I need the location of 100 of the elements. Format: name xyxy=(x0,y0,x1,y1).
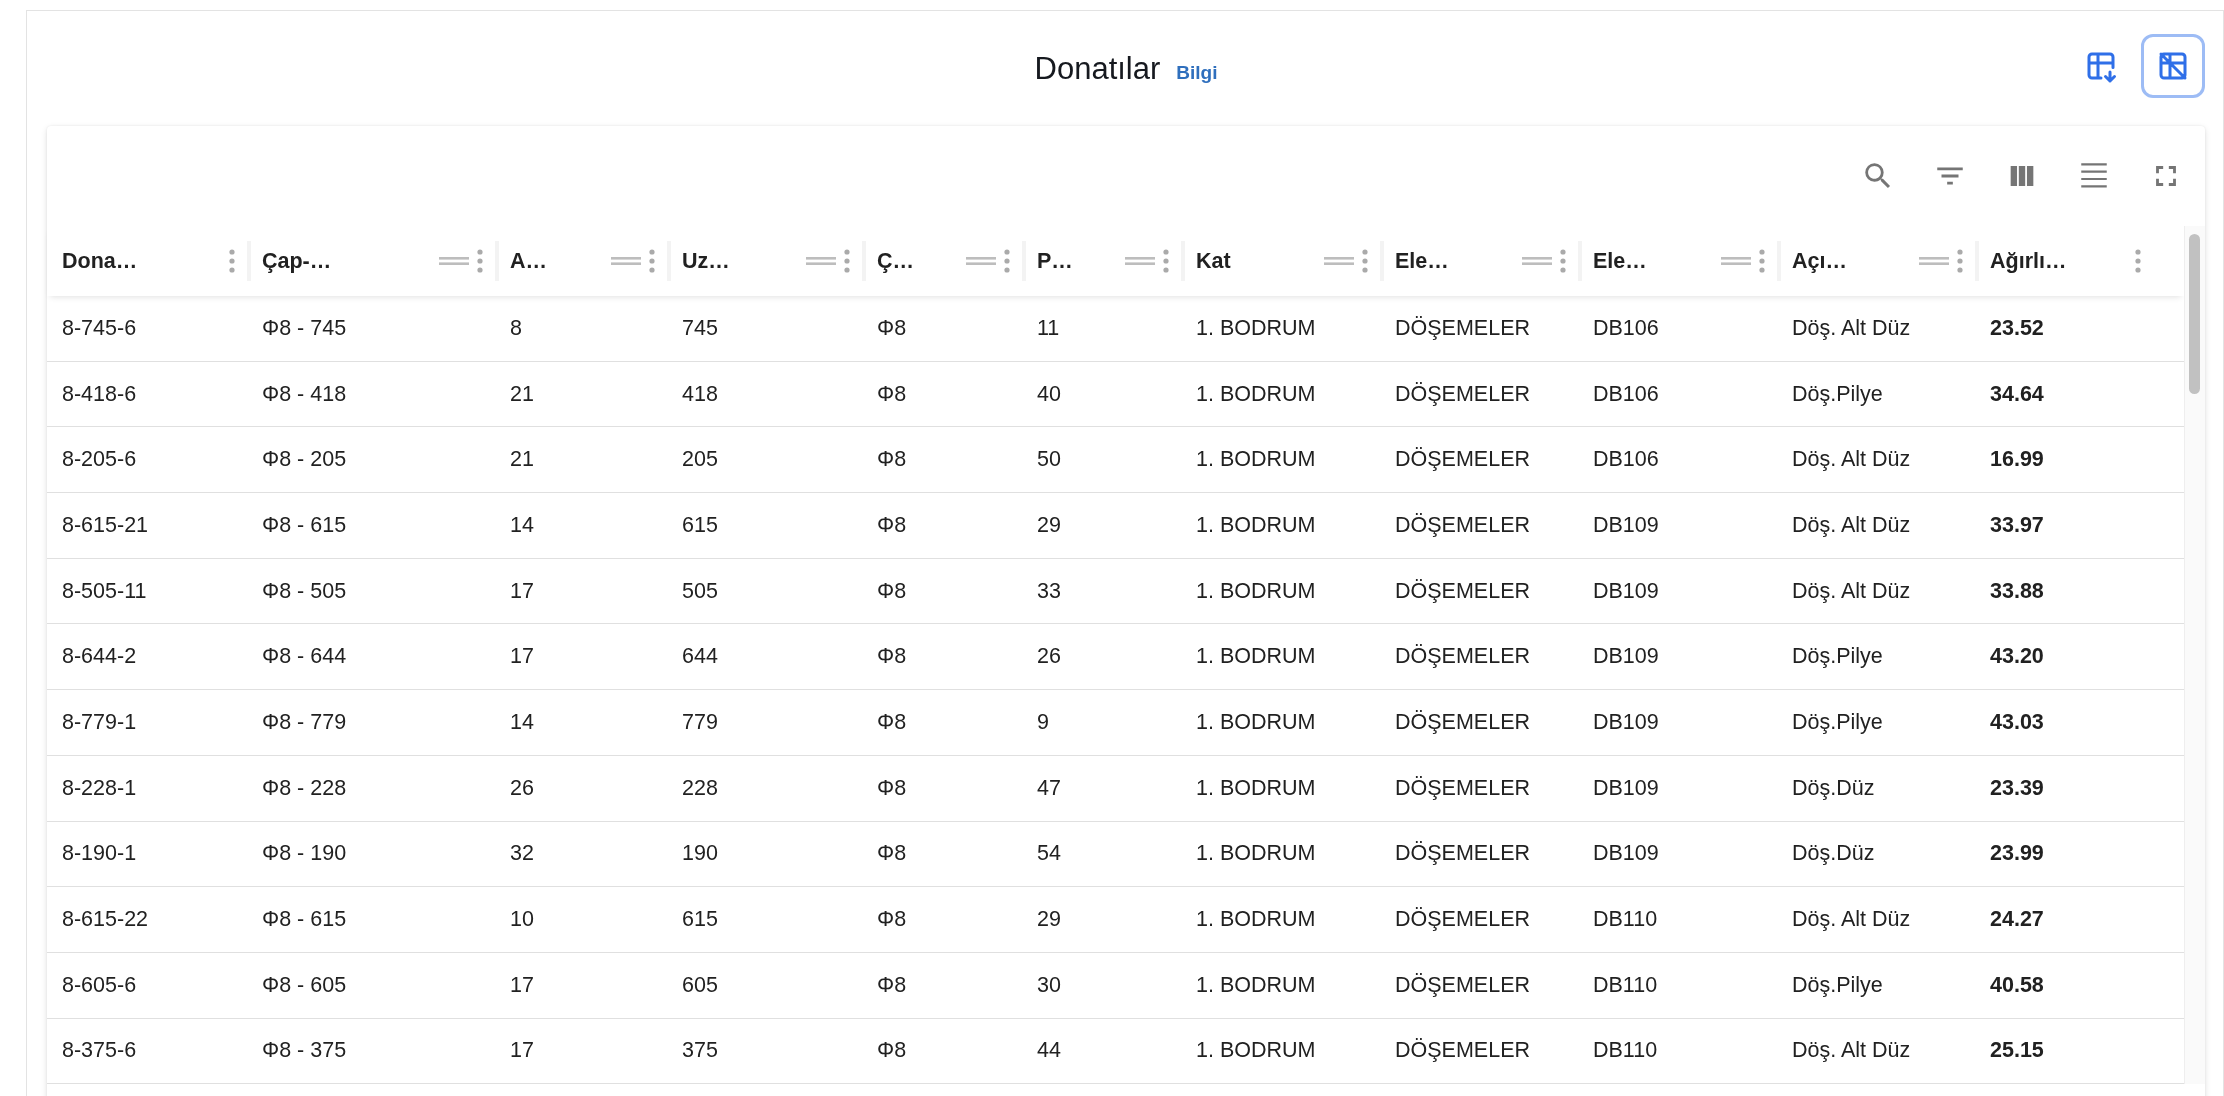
table-cell-text: 33.97 xyxy=(1989,512,2045,538)
scrollbar-thumb[interactable] xyxy=(2189,234,2200,394)
clear-table-button[interactable] xyxy=(2141,33,2205,98)
column-menu-icon[interactable] xyxy=(2135,249,2141,273)
column-header[interactable]: A… xyxy=(510,248,548,274)
table-cell-text: 17 xyxy=(509,972,535,998)
table-cell-text: 34.64 xyxy=(1989,381,2045,407)
column-header[interactable]: Dona… xyxy=(62,248,138,274)
drag-handle-icon[interactable] xyxy=(439,255,469,267)
table-cell-text: DÖŞEMELER xyxy=(1394,578,1531,604)
table-cell-text: DB109 xyxy=(1592,644,1660,670)
table-cell-text: Φ8 xyxy=(876,1038,908,1064)
column-menu-icon[interactable] xyxy=(1004,249,1010,273)
table-cell-text: Döş.Düz xyxy=(1791,841,1876,867)
table-cell-text: Φ8 - 190 xyxy=(261,841,348,867)
table-cell-text: 23.99 xyxy=(1989,841,2045,867)
column-menu-icon[interactable] xyxy=(229,249,235,273)
column-menu-icon[interactable] xyxy=(1759,249,1765,273)
table-cell-text: Döş. Alt Düz xyxy=(1791,907,1912,933)
table-cell-text: 17 xyxy=(509,1038,535,1064)
table-cell-text: 16.99 xyxy=(1989,447,2045,473)
column-menu-icon[interactable] xyxy=(1957,249,1963,273)
table-cell-text: 43.20 xyxy=(1989,644,2045,670)
column-menu-icon[interactable] xyxy=(649,249,655,273)
table-cell-text: 615 xyxy=(681,907,719,933)
column-header[interactable]: Ağırlı… xyxy=(1990,248,2067,274)
column-menu-icon[interactable] xyxy=(477,249,483,273)
drag-handle-icon[interactable] xyxy=(611,255,641,267)
table-cell-text: 23.52 xyxy=(1989,315,2045,341)
table-cell-text: 17 xyxy=(509,644,535,670)
table-cell-text: DÖŞEMELER xyxy=(1394,447,1531,473)
table-cell-text: 418 xyxy=(681,381,719,407)
column-menu-icon[interactable] xyxy=(844,249,850,273)
column-header[interactable]: Uz… xyxy=(682,248,730,274)
table-cell-text: Φ8 - 375 xyxy=(261,1038,348,1064)
table-cell-text: 1. BODRUM xyxy=(1195,775,1317,801)
table-cell-text: 615 xyxy=(681,512,719,538)
table-cell-text: Φ8 xyxy=(876,578,908,604)
table-cell-text: Φ8 xyxy=(876,841,908,867)
table-cell-text: 1. BODRUM xyxy=(1195,841,1317,867)
table-cell-text: DB110 xyxy=(1592,907,1659,933)
table-cell-text: 1. BODRUM xyxy=(1195,644,1317,670)
scrollbar[interactable] xyxy=(2184,226,2205,1085)
table-cell-text: DÖŞEMELER xyxy=(1394,315,1531,341)
column-menu-icon[interactable] xyxy=(1163,249,1169,273)
table-cell-text: 505 xyxy=(681,578,719,604)
table-cell-text: 9 xyxy=(1036,709,1050,735)
table-cell-text: DB109 xyxy=(1592,775,1660,801)
column-header[interactable]: Çap-… xyxy=(262,248,332,274)
drag-handle-icon[interactable] xyxy=(1721,255,1751,267)
table-cell-text: DÖŞEMELER xyxy=(1394,907,1531,933)
table-cell-text: Φ8 xyxy=(876,512,908,538)
table-cell-text: 605 xyxy=(681,972,719,998)
table-cell-text: Φ8 xyxy=(876,972,908,998)
column-menu-icon[interactable] xyxy=(1560,249,1566,273)
table-cell-text: Φ8 xyxy=(876,907,908,933)
drag-handle-icon[interactable] xyxy=(1522,255,1552,267)
table-cell-text: DB109 xyxy=(1592,578,1660,604)
table-cell-text: 8-205-6 xyxy=(61,447,138,473)
table-cell-text: DÖŞEMELER xyxy=(1394,381,1531,407)
table-cell-text: Φ8 - 779 xyxy=(261,709,348,735)
table-cell-text: 43.03 xyxy=(1989,709,2045,735)
table-cell-text: 29 xyxy=(1036,512,1062,538)
table-cell-text: 1. BODRUM xyxy=(1195,447,1317,473)
table-cell-text: Döş.Pilye xyxy=(1791,644,1884,670)
drag-handle-icon[interactable] xyxy=(966,255,996,267)
table-cell-text: DB109 xyxy=(1592,512,1660,538)
info-link[interactable]: Bilgi xyxy=(1176,61,1218,84)
table-cell-text: Φ8 xyxy=(876,775,908,801)
table-cell-text: 47 xyxy=(1036,775,1062,801)
table-cell-text: 228 xyxy=(681,775,719,801)
table-cell-text: DÖŞEMELER xyxy=(1394,644,1531,670)
table-cell-text: Φ8 - 205 xyxy=(261,447,348,473)
drag-handle-icon[interactable] xyxy=(1324,255,1354,267)
column-header[interactable]: Ele… xyxy=(1395,248,1449,274)
column-menu-icon[interactable] xyxy=(1362,249,1368,273)
drag-handle-icon[interactable] xyxy=(806,255,836,267)
table-cell-text: 44 xyxy=(1036,1038,1062,1064)
table-cell-text: 40.58 xyxy=(1989,972,2045,998)
table-cell-text: Φ8 - 605 xyxy=(261,972,348,998)
column-header[interactable]: Ç… xyxy=(877,248,915,274)
table-cell-text: Φ8 - 505 xyxy=(261,578,348,604)
table-cell-text: 30 xyxy=(1036,972,1062,998)
table-cell-text: 205 xyxy=(681,447,719,473)
drag-handle-icon[interactable] xyxy=(1125,255,1155,267)
table-cell-text: Döş. Alt Düz xyxy=(1791,315,1912,341)
table-cell-text: 29 xyxy=(1036,907,1062,933)
column-header[interactable]: Kat xyxy=(1196,248,1231,274)
table-cell-text: DB106 xyxy=(1592,315,1660,341)
drag-handle-icon[interactable] xyxy=(1919,255,1949,267)
table-cell-text: 8-375-6 xyxy=(61,1038,138,1064)
column-header[interactable]: Açı… xyxy=(1792,248,1847,274)
column-header[interactable]: Ele… xyxy=(1593,248,1647,274)
column-header[interactable]: P… xyxy=(1037,248,1073,274)
page-title: Donatılar xyxy=(1034,50,1161,87)
table-cell-text: 32 xyxy=(509,841,535,867)
table-cell-text: Döş. Alt Düz xyxy=(1791,1038,1912,1064)
table-cell-text: DÖŞEMELER xyxy=(1394,775,1531,801)
table-cell-text: 17 xyxy=(509,578,535,604)
table-cell-text: 21 xyxy=(509,381,535,407)
